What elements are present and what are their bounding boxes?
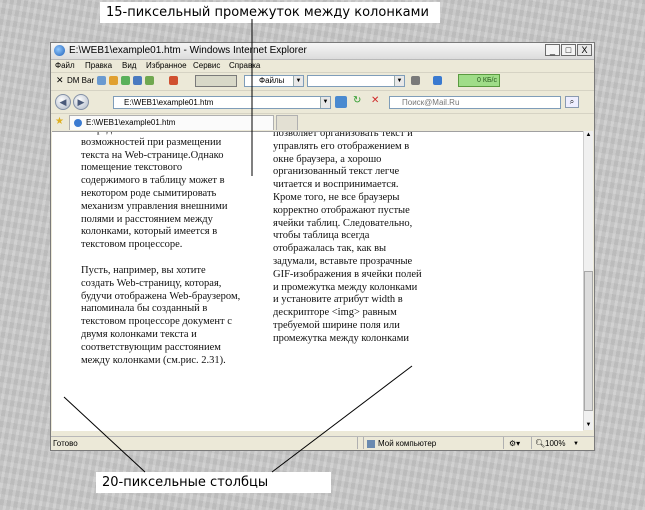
pointer-line-left xyxy=(63,396,146,473)
pointer-line-right xyxy=(271,365,413,473)
annotation-lines xyxy=(63,19,413,473)
